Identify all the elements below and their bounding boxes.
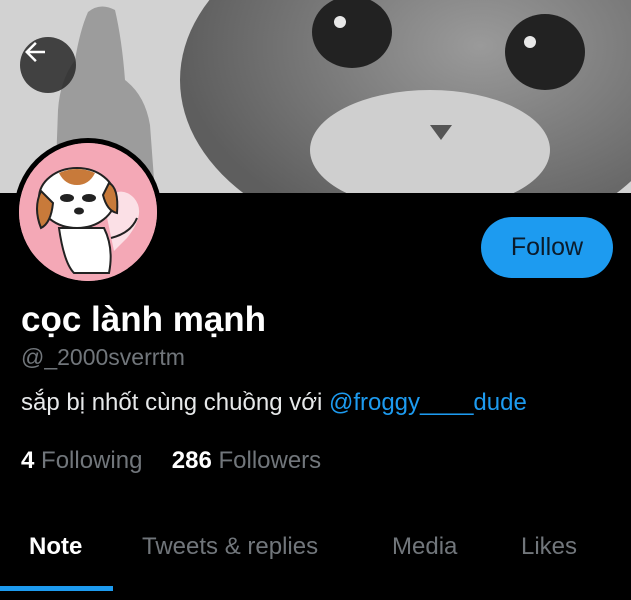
- follow-button[interactable]: Follow: [481, 217, 613, 278]
- tab-tweets-and-replies[interactable]: Tweets & replies: [142, 533, 318, 561]
- avatar[interactable]: [14, 138, 162, 286]
- followers-label: Followers: [218, 447, 322, 474]
- back-button[interactable]: [20, 37, 76, 93]
- arrow-left-icon: [25, 42, 45, 62]
- following-count: 4: [21, 447, 35, 474]
- profile-stats: 4 Following 286 Followers: [21, 447, 321, 475]
- following-link[interactable]: 4 Following: [21, 447, 149, 474]
- user-handle: @_2000sverrtm: [21, 344, 185, 370]
- bio-text: sắp bị nhốt cùng chuồng với: [21, 389, 329, 416]
- dog-cartoon-image: [19, 143, 157, 281]
- bio-mention-link[interactable]: @froggy____dude: [329, 389, 527, 416]
- tab-likes[interactable]: Likes: [521, 533, 577, 561]
- avatar-image: [19, 143, 157, 281]
- tab-note[interactable]: Note: [29, 533, 82, 561]
- profile-tabs: Note Tweets & replies Media Likes: [0, 520, 631, 600]
- following-label: Following: [41, 447, 143, 474]
- profile-bio: sắp bị nhốt cùng chuồng với @froggy____d…: [21, 389, 527, 417]
- followers-count: 286: [171, 447, 212, 474]
- display-name: cọc lành mạnh: [21, 300, 267, 339]
- tab-media[interactable]: Media: [392, 533, 457, 561]
- active-tab-indicator: [0, 586, 113, 591]
- followers-link[interactable]: 286 Followers: [172, 447, 321, 474]
